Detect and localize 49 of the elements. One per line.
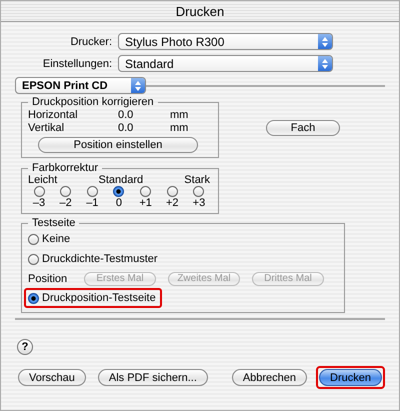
value-text: 0.0 — [118, 108, 134, 120]
radio-button[interactable] — [60, 186, 72, 197]
radio-label[interactable]: Keine — [42, 233, 70, 245]
group-title: Farbkorrektur — [31, 162, 100, 174]
group-title: Testseite — [31, 217, 76, 229]
unit-text: mm — [170, 108, 188, 120]
radio-button[interactable] — [193, 186, 204, 197]
panel-dropdown[interactable]: EPSON Print CD — [15, 77, 146, 94]
stepper-arrows-icon — [318, 56, 332, 71]
option-label: +3 — [192, 197, 206, 209]
printer-label: Drucker: — [69, 36, 112, 48]
option-label: –3 — [32, 197, 46, 209]
option-label: –2 — [60, 197, 72, 209]
radio-button[interactable] — [28, 292, 39, 304]
window-title: Drucken — [176, 4, 224, 18]
dialog-button[interactable]: Als PDF sichern... — [98, 369, 208, 386]
stepper-arrows-icon — [318, 34, 332, 49]
presets-dropdown[interactable]: Standard — [118, 55, 333, 72]
presets-label: Einstellungen: — [42, 58, 112, 70]
radio-button[interactable] — [140, 186, 152, 197]
option-label: +1 — [139, 197, 152, 209]
unit-text: mm — [170, 122, 188, 134]
scale-label: Leicht — [28, 174, 58, 186]
radio-label[interactable]: Druckdichte-Testmuster — [42, 253, 158, 265]
option-label: 0 — [116, 197, 122, 209]
stepper-arrows-icon — [131, 78, 145, 93]
set-position-button[interactable]: Position einstellen — [38, 137, 198, 153]
option-label: +2 — [166, 197, 179, 209]
scale-label: Standard — [98, 174, 144, 186]
radio-button[interactable] — [86, 186, 98, 197]
field-label: Vertikal — [28, 122, 66, 134]
group-title: Druckposition korrigieren — [31, 96, 155, 108]
dialog-button[interactable]: Abbrechen — [232, 369, 308, 386]
radio-button[interactable] — [34, 186, 44, 197]
radio-button[interactable] — [113, 186, 124, 197]
printer-dropdown[interactable]: Stylus Photo R300 — [118, 33, 333, 50]
radio-button[interactable] — [166, 186, 178, 197]
position-label: Position — [28, 272, 68, 284]
help-button[interactable]: ? — [17, 339, 33, 355]
radio-button[interactable] — [28, 254, 39, 264]
dialog-button[interactable]: Drucken — [319, 369, 382, 386]
radio-label[interactable]: Druckposition-Testseite — [42, 292, 156, 304]
value-text: 0.0 — [118, 122, 134, 134]
option-label: –1 — [86, 197, 98, 209]
scale-label: Stark — [184, 174, 210, 186]
dialog-button[interactable]: Vorschau — [18, 369, 86, 386]
field-label: Horizontal — [28, 108, 79, 120]
radio-button[interactable] — [28, 234, 39, 244]
tray-button[interactable]: Fach — [266, 120, 340, 136]
